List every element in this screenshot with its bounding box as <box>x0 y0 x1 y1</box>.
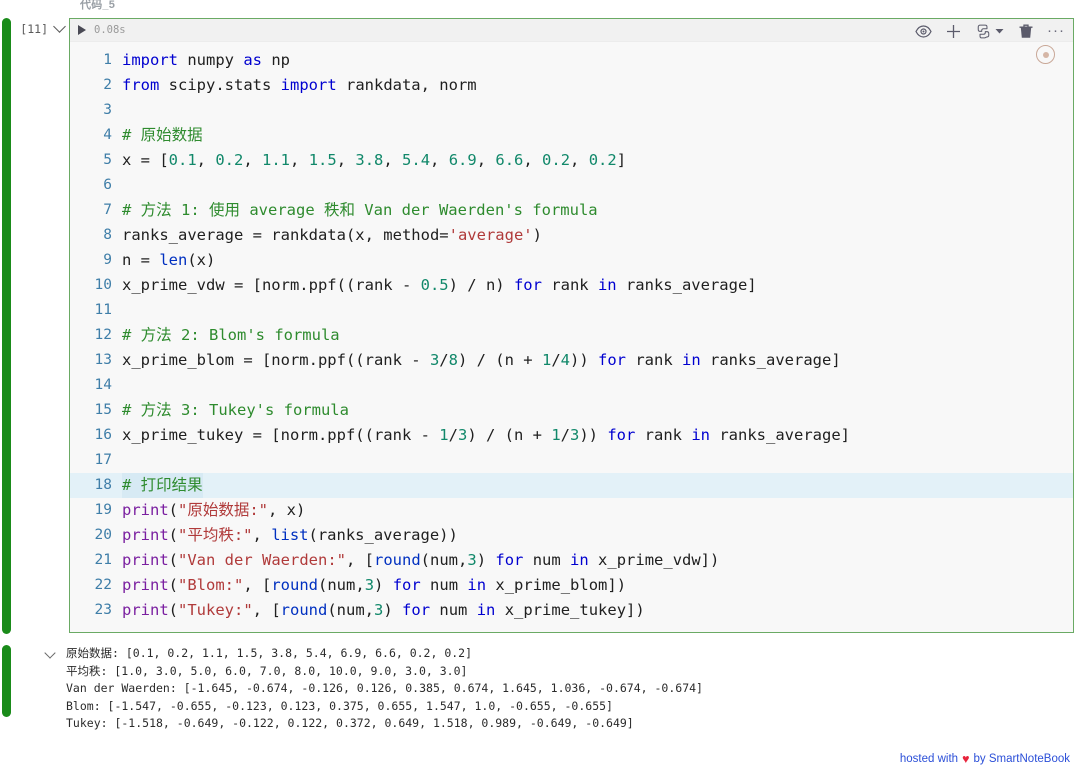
code-line[interactable]: 16 x_prime_tukey = [norm.ppf((rank - 1/3)… <box>70 423 1073 448</box>
code-text: # 打印结果 <box>122 473 203 498</box>
footer-prefix: hosted with <box>899 753 959 765</box>
code-line[interactable]: 10 x_prime_vdw = [norm.ppf((rank - 0.5) /… <box>70 273 1073 298</box>
code-text: x = [0.1, 0.2, 1.1, 1.5, 3.8, 5.4, 6.9, … <box>122 151 627 169</box>
code-line[interactable]: 19 print("原始数据:", x) <box>70 498 1073 523</box>
footer-suffix: by SmartNoteBook <box>973 753 1070 765</box>
execution-time: 0.08s <box>94 24 126 36</box>
line-number: 19 <box>94 502 112 518</box>
execution-count: [11] <box>20 22 48 36</box>
line-number: 17 <box>94 452 112 468</box>
code-line[interactable]: 14 <box>70 373 1073 398</box>
code-line[interactable]: 13 x_prime_blom = [norm.ppf((rank - 3/8) … <box>70 348 1073 373</box>
output-line: Van der Waerden: [-1.645, -0.674, -0.126… <box>66 681 703 695</box>
line-number: 1 <box>103 52 112 68</box>
code-cell[interactable]: 0.08s ··· 1 import numpy as np 2 from sc… <box>69 18 1074 633</box>
line-number: 7 <box>103 202 112 218</box>
line-number: 2 <box>103 77 112 93</box>
chevron-down-icon[interactable] <box>995 23 1004 40</box>
code-text: x_prime_tukey = [norm.ppf((rank - 1/3) /… <box>122 426 850 444</box>
code-text: print("Tukey:", [round(num,3) for num in… <box>122 601 645 619</box>
line-number: 5 <box>103 152 112 168</box>
line-number: 11 <box>94 302 112 318</box>
code-line[interactable]: 11 <box>70 298 1073 323</box>
code-text: x_prime_vdw = [norm.ppf((rank - 0.5) / n… <box>122 276 757 294</box>
output-line: Tukey: [-1.518, -0.649, -0.122, 0.122, 0… <box>66 716 634 730</box>
line-number: 23 <box>94 602 112 618</box>
code-line[interactable]: 2 from scipy.stats import rankdata, norm <box>70 73 1073 98</box>
output-collapse-toggle[interactable] <box>44 647 56 661</box>
code-text: print("Blom:", [round(num,3) for num in … <box>122 576 627 594</box>
footer-credit: hosted with ♥ by SmartNoteBook <box>900 752 1070 766</box>
chevron-down-icon <box>44 647 56 659</box>
cell-toolbar: ··· <box>915 21 1065 41</box>
code-line[interactable]: 23 print("Tukey:", [round(num,3) for num … <box>70 598 1073 623</box>
code-line[interactable]: 21 print("Van der Waerden:", [round(num,3… <box>70 548 1073 573</box>
line-number: 3 <box>103 102 112 118</box>
code-line[interactable]: 20 print("平均秩:", list(ranks_average)) <box>70 523 1073 548</box>
code-line[interactable]: 8 ranks_average = rankdata(x, method='ave… <box>70 223 1073 248</box>
line-number: 8 <box>103 227 112 243</box>
code-line[interactable]: 15 # 方法 3: Tukey's formula <box>70 398 1073 423</box>
line-number: 9 <box>103 252 112 268</box>
trash-icon[interactable] <box>1017 23 1034 40</box>
code-line[interactable]: 12 # 方法 2: Blom's formula <box>70 323 1073 348</box>
code-line[interactable]: 1 import numpy as np <box>70 48 1073 73</box>
code-line[interactable]: 5 x = [0.1, 0.2, 1.1, 1.5, 3.8, 5.4, 6.9,… <box>70 148 1073 173</box>
line-number: 14 <box>94 377 112 393</box>
line-number: 4 <box>103 127 112 143</box>
line-number: 21 <box>94 552 112 568</box>
output-line: Blom: [-1.547, -0.655, -0.123, 0.123, 0.… <box>66 698 613 713</box>
code-line[interactable]: 22 print("Blom:", [round(num,3) for num i… <box>70 573 1073 598</box>
code-text: print("Van der Waerden:", [round(num,3) … <box>122 551 720 569</box>
code-text: x_prime_blom = [norm.ppf((rank - 3/8) / … <box>122 351 841 369</box>
heart-icon: ♥ <box>962 752 970 766</box>
cell-title: 代码_5 <box>80 0 116 11</box>
code-text: # 方法 2: Blom's formula <box>122 326 340 344</box>
line-number: 18 <box>94 477 112 493</box>
code-text: from scipy.stats import rankdata, norm <box>122 76 477 94</box>
chevron-down-icon <box>52 20 66 33</box>
code-text: print("平均秩:", list(ranks_average)) <box>122 526 458 544</box>
output-line: 平均秩: [1.0, 3.0, 5.0, 6.0, 7.0, 8.0, 10.0… <box>66 663 468 678</box>
line-number: 12 <box>94 327 112 343</box>
line-number: 13 <box>94 352 112 368</box>
line-number: 10 <box>94 277 112 293</box>
code-line[interactable]: 4 # 原始数据 <box>70 123 1073 148</box>
play-icon[interactable] <box>78 25 86 35</box>
cell-output: 原始数据: [0.1, 0.2, 1.1, 1.5, 3.8, 5.4, 6.9… <box>30 645 1070 733</box>
code-text: # 原始数据 <box>122 126 203 144</box>
code-line[interactable]: 18 # 打印结果 <box>70 473 1073 498</box>
eye-icon[interactable] <box>915 23 932 40</box>
code-text: ranks_average = rankdata(x, method='aver… <box>122 226 542 244</box>
code-line[interactable]: 3 <box>70 98 1073 123</box>
line-number: 22 <box>94 577 112 593</box>
output-line: 原始数据: [0.1, 0.2, 1.1, 1.5, 3.8, 5.4, 6.9… <box>66 646 473 660</box>
code-text: import numpy as np <box>122 51 290 69</box>
code-text: print("原始数据:", x) <box>122 501 306 519</box>
plus-icon[interactable] <box>945 23 962 40</box>
cell-selection-bar[interactable] <box>2 18 11 634</box>
code-text: # 方法 1: 使用 average 秩和 Van der Waerden's … <box>122 201 598 219</box>
more-options-icon[interactable]: ··· <box>1047 23 1065 38</box>
output-text: 原始数据: [0.1, 0.2, 1.1, 1.5, 3.8, 5.4, 6.9… <box>66 645 1070 733</box>
code-text: n = len(x) <box>122 251 216 269</box>
code-line[interactable]: 17 <box>70 448 1073 473</box>
cell-header: 0.08s ··· <box>70 19 1073 42</box>
line-number: 20 <box>94 527 112 543</box>
python-kernel-icon[interactable] <box>975 23 991 40</box>
line-number: 6 <box>103 177 112 193</box>
cell-collapse-toggle[interactable] <box>52 20 66 35</box>
output-selection-bar[interactable] <box>2 645 11 717</box>
code-editor[interactable]: 1 import numpy as np 2 from scipy.stats imp… <box>70 42 1073 623</box>
code-line[interactable]: 7 # 方法 1: 使用 average 秩和 Van der Waerden's… <box>70 198 1073 223</box>
code-text: # 方法 3: Tukey's formula <box>122 401 349 419</box>
code-line[interactable]: 9 n = len(x) <box>70 248 1073 273</box>
line-number: 16 <box>94 427 112 443</box>
line-number: 15 <box>94 402 112 418</box>
code-line[interactable]: 6 <box>70 173 1073 198</box>
